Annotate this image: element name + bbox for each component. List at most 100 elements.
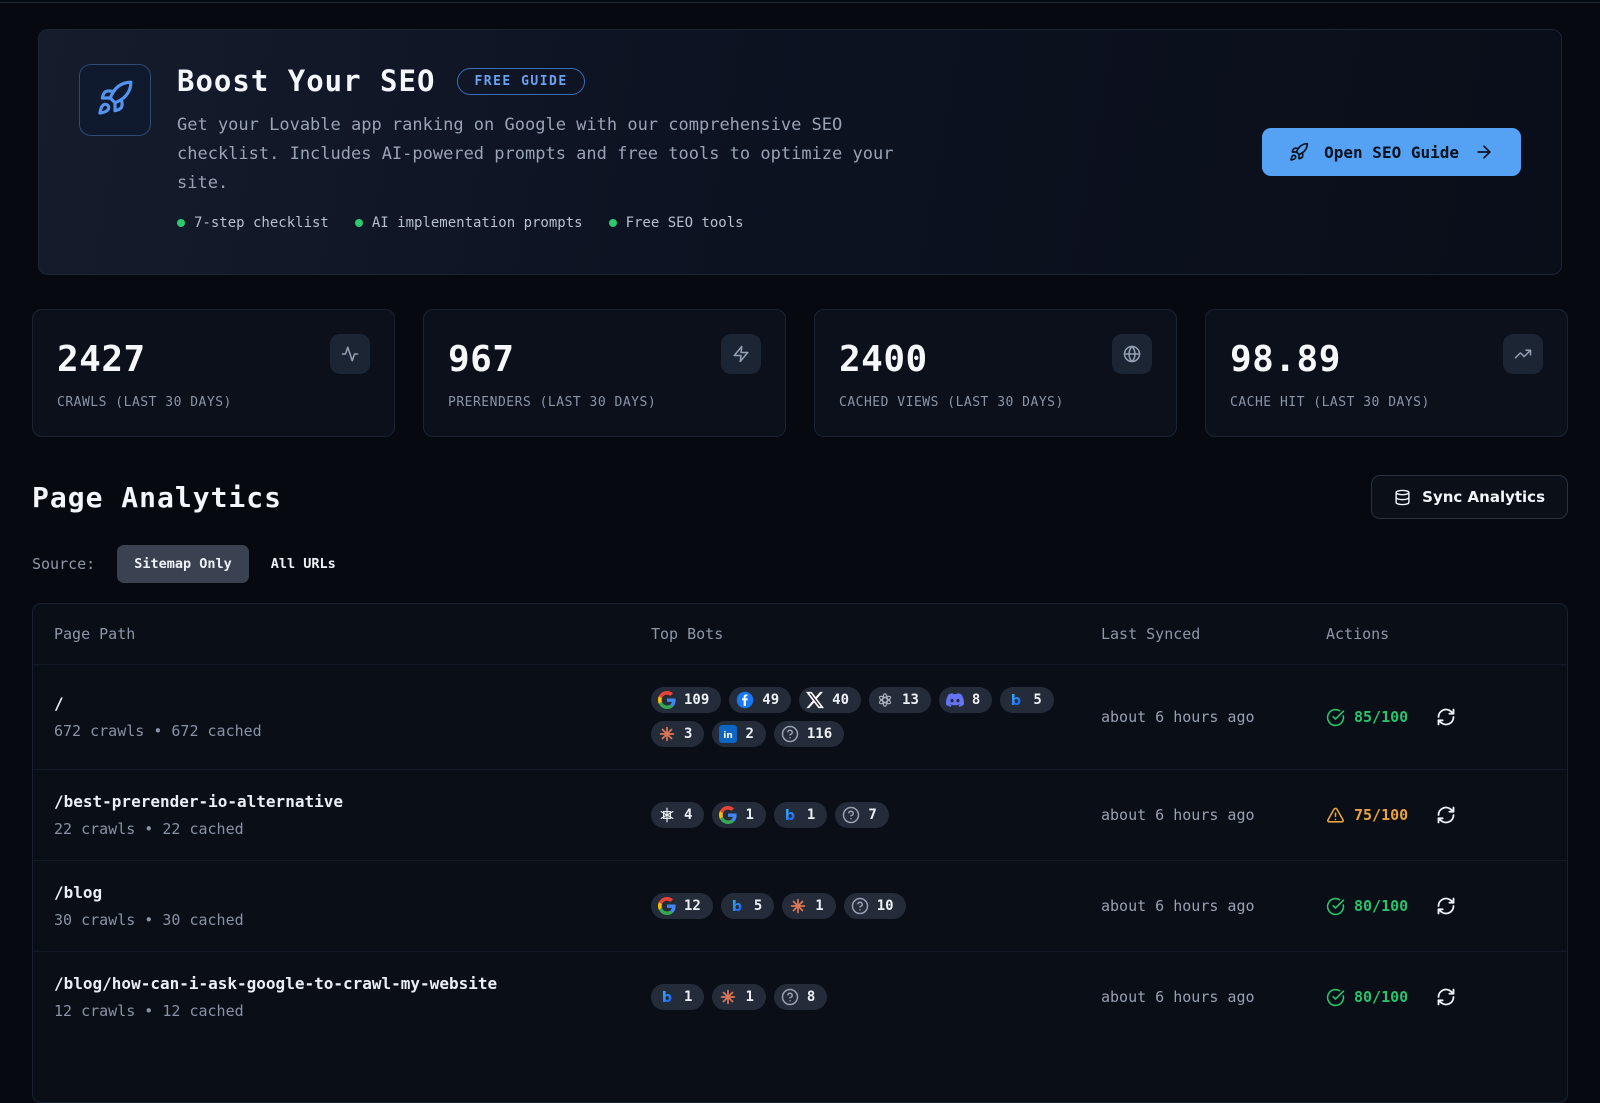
- seo-score-value: 80/100: [1354, 897, 1408, 915]
- bot-badge-google: 109: [651, 687, 721, 713]
- last-synced: about 6 hours ago: [1101, 897, 1326, 915]
- refresh-icon[interactable]: [1436, 987, 1456, 1007]
- stat-card: 2400 CACHED VIEWS (LAST 30 DAYS): [814, 309, 1177, 437]
- unknown-icon: [781, 988, 799, 1006]
- bot-badge-linkedin: in2: [712, 721, 765, 747]
- open-seo-guide-button[interactable]: Open SEO Guide: [1262, 128, 1521, 176]
- stat-label: PRERENDERS (LAST 30 DAYS): [448, 395, 761, 410]
- last-synced: about 6 hours ago: [1101, 988, 1326, 1006]
- check-circle-icon: [1326, 897, 1345, 916]
- column-header-top-bots: Top Bots: [651, 625, 1101, 643]
- bot-badge-google: 12: [651, 893, 713, 919]
- table-row: /blog/how-can-i-ask-google-to-crawl-my-w…: [33, 951, 1567, 1042]
- bot-badge-claude: 1: [712, 984, 765, 1010]
- bot-badge-unknown: 7: [835, 802, 888, 828]
- rocket-icon: [96, 79, 134, 121]
- bing-icon: b: [1007, 691, 1025, 709]
- stat-card: 2427 CRAWLS (LAST 30 DAYS): [32, 309, 395, 437]
- google-icon: [658, 897, 676, 915]
- bot-badge-unknown: 116: [774, 721, 844, 747]
- seo-banner: Boost Your SEO FREE GUIDE Get your Lovab…: [38, 29, 1562, 275]
- refresh-icon[interactable]: [1436, 707, 1456, 727]
- seo-score-value: 80/100: [1354, 988, 1408, 1006]
- bullet-dot-icon: [355, 219, 363, 227]
- svg-text:b: b: [1011, 693, 1021, 709]
- seo-score: 80/100: [1326, 897, 1408, 916]
- top-bots-cell: b118: [651, 984, 1101, 1010]
- column-header-page-path: Page Path: [54, 625, 651, 643]
- discord-icon: [946, 691, 964, 709]
- column-header-last-synced: Last Synced: [1101, 625, 1326, 643]
- bot-badge-perplexity: 4: [651, 802, 704, 828]
- banner-title: Boost Your SEO: [177, 64, 435, 98]
- bot-count: 3: [684, 726, 692, 742]
- analytics-header: Page Analytics Sync Analytics: [32, 475, 1568, 519]
- globe-icon: [1112, 334, 1152, 374]
- sync-analytics-button[interactable]: Sync Analytics: [1371, 475, 1568, 519]
- bot-count: 12: [684, 898, 701, 914]
- openai-icon: [876, 691, 894, 709]
- database-icon: [1394, 489, 1411, 506]
- source-option-all-urls[interactable]: All URLs: [271, 545, 336, 583]
- bot-count: 1: [807, 807, 815, 823]
- source-row: Source: Sitemap OnlyAll URLs: [32, 545, 1568, 583]
- table-body: / 672 crawls • 672 cached 1094940138b53i…: [33, 664, 1567, 1042]
- bot-badge-openai: 13: [869, 687, 931, 713]
- unknown-icon: [781, 725, 799, 743]
- arrow-right-icon: [1474, 142, 1494, 162]
- feature-item: AI implementation prompts: [355, 215, 583, 231]
- svg-text:b: b: [662, 990, 672, 1006]
- bot-badge-bing: b5: [1000, 687, 1053, 713]
- bot-count: 5: [754, 898, 762, 914]
- top-bots-cell: 1094940138b53in2116: [651, 687, 1101, 747]
- page-path-stats: 30 crawls • 30 cached: [54, 911, 651, 929]
- trending-up-icon: [1503, 334, 1543, 374]
- table-header: Page Path Top Bots Last Synced Actions: [33, 604, 1567, 664]
- top-bots-cell: 12b5110: [651, 893, 1101, 919]
- source-option-sitemap-only[interactable]: Sitemap Only: [117, 545, 249, 583]
- page-path-stats: 672 crawls • 672 cached: [54, 722, 651, 740]
- actions-cell: 80/100: [1326, 896, 1567, 916]
- bot-count: 5: [1033, 692, 1041, 708]
- stat-label: CACHED VIEWS (LAST 30 DAYS): [839, 395, 1152, 410]
- top-bots-cell: 41b17: [651, 802, 1101, 828]
- bullet-dot-icon: [609, 219, 617, 227]
- feature-label: 7-step checklist: [194, 215, 329, 231]
- perplexity-icon: [658, 806, 676, 824]
- bullet-dot-icon: [177, 219, 185, 227]
- facebook-icon: [736, 691, 754, 709]
- bot-badge-unknown: 8: [774, 984, 827, 1010]
- rocket-icon: [1289, 142, 1309, 162]
- page-analytics-title: Page Analytics: [32, 481, 282, 514]
- bot-badge-claude: 3: [651, 721, 704, 747]
- banner-features: 7-step checklist AI implementation prompt…: [177, 215, 1262, 231]
- table-row: /best-prerender-io-alternative 22 crawls…: [33, 769, 1567, 860]
- stat-value: 98.89: [1230, 342, 1341, 378]
- seo-score: 80/100: [1326, 988, 1408, 1007]
- bot-badge-unknown: 10: [844, 893, 906, 919]
- refresh-icon[interactable]: [1436, 896, 1456, 916]
- svg-text:in: in: [724, 731, 734, 741]
- unknown-icon: [842, 806, 860, 824]
- claude-icon: [789, 897, 807, 915]
- bing-icon: b: [658, 988, 676, 1006]
- check-circle-icon: [1326, 708, 1345, 727]
- bot-count: 13: [902, 692, 919, 708]
- last-synced: about 6 hours ago: [1101, 708, 1326, 726]
- check-circle-icon: [1326, 988, 1345, 1007]
- actions-cell: 80/100: [1326, 987, 1567, 1007]
- last-synced: about 6 hours ago: [1101, 806, 1326, 824]
- refresh-icon[interactable]: [1436, 805, 1456, 825]
- bot-count: 116: [807, 726, 832, 742]
- top-divider: [0, 0, 1600, 3]
- page: Boost Your SEO FREE GUIDE Get your Lovab…: [0, 0, 1600, 1103]
- bot-badge-claude: 1: [782, 893, 835, 919]
- bing-icon: b: [781, 806, 799, 824]
- bot-badge-google: 1: [712, 802, 765, 828]
- bot-count: 7: [868, 807, 876, 823]
- bot-badge-facebook: 49: [729, 687, 791, 713]
- stat-value: 2427: [57, 342, 146, 378]
- zap-icon: [721, 334, 761, 374]
- banner-body: Boost Your SEO FREE GUIDE Get your Lovab…: [177, 64, 1262, 231]
- banner-description: Get your Lovable app ranking on Google w…: [177, 111, 949, 198]
